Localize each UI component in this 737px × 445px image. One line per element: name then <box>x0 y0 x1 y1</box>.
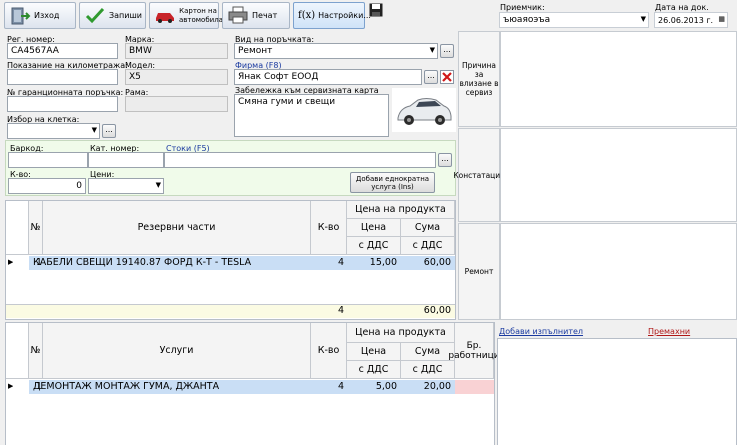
stock-more-button[interactable]: ... <box>438 153 452 167</box>
cell-select[interactable]: ▼ <box>7 123 100 139</box>
parts-header-sum-vat: с ДДС <box>401 237 455 255</box>
row-price: 5,00 <box>375 381 397 392</box>
services-header-corner <box>6 323 29 379</box>
row-qty: 4 <box>337 257 344 268</box>
print-button[interactable]: Печат <box>222 2 290 29</box>
stock-field[interactable] <box>164 152 436 168</box>
firm-more-button[interactable]: ... <box>424 70 438 84</box>
finding-textarea[interactable] <box>500 128 737 222</box>
reason-label: Причина за влизане в сервиз <box>458 31 500 127</box>
receiver-select[interactable]: ъюаяоэъа ▼ <box>499 12 649 28</box>
parts-header-no: № <box>29 201 43 255</box>
save-button[interactable]: Запиши <box>79 2 146 29</box>
date-value: 26.06.2013 г. <box>658 16 714 25</box>
services-header-price-vat: с ДДС <box>347 361 401 379</box>
reason-textarea[interactable] <box>500 31 737 127</box>
car-photo <box>392 88 456 132</box>
prices-select[interactable]: ▼ <box>88 178 164 194</box>
parts-header-sum: Сума <box>401 219 455 237</box>
chevron-down-icon: ▼ <box>155 181 161 189</box>
settings-button[interactable]: f(x) Настройки... <box>293 2 371 29</box>
services-table: № Услуги К-во Цена на продукта Цена Сума… <box>5 322 500 445</box>
calendar-icon[interactable]: ▦ <box>718 13 725 26</box>
print-label: Печат <box>252 11 278 20</box>
function-icon: f(x) <box>298 10 316 21</box>
row-name: ДЕМОНТАЖ МОНТАЖ ГУМА, ДЖАНТА <box>33 381 220 392</box>
printer-icon <box>227 5 249 27</box>
firm-field[interactable]: Янак Софт ЕООД <box>234 69 422 85</box>
chevron-down-icon: ▼ <box>429 46 435 54</box>
exit-label: Изход <box>34 11 60 20</box>
parts-table: № Резервни части К-во Цена на продукта Ц… <box>5 200 456 320</box>
reg-number-field[interactable]: CA4567AA <box>7 43 118 59</box>
chevron-down-icon: ▼ <box>91 126 97 134</box>
repair-label: Ремонт <box>458 223 500 320</box>
brand-field: BMW <box>125 43 228 59</box>
row-price: 15,00 <box>369 257 397 268</box>
row-pointer-icon: ▶ <box>8 382 14 390</box>
exit-button[interactable]: Изход <box>4 2 76 29</box>
model-field: X5 <box>125 69 228 85</box>
note-textarea[interactable]: Смяна гуми и свещи <box>234 94 389 137</box>
qty-field[interactable]: 0 <box>8 178 86 194</box>
row-sum: 60,00 <box>423 257 451 268</box>
right-notes-panel: Причина за влизане в сервиз Констатация … <box>453 31 737 320</box>
car-icon <box>154 7 176 25</box>
parts-total-sum: 60,00 <box>423 305 451 316</box>
car-card-button[interactable]: Картон на автомобила <box>149 2 223 29</box>
parts-total-qty: 4 <box>337 305 344 316</box>
row-sum: 20,00 <box>423 381 451 392</box>
parts-header-qty: К-во <box>311 201 347 255</box>
date-field[interactable]: 26.06.2013 г. ▦ <box>654 12 728 28</box>
services-header-sum: Сума <box>401 343 455 361</box>
repair-textarea[interactable] <box>500 223 737 320</box>
parts-total-row <box>6 304 455 318</box>
order-type-value: Ремонт <box>238 46 273 56</box>
chevron-down-icon: ▼ <box>640 15 646 23</box>
settings-label: Настройки... <box>318 11 371 20</box>
parts-header-price-vat: с ДДС <box>347 237 401 255</box>
frame-field <box>125 96 228 112</box>
receiver-value: ъюаяоэъа <box>503 15 551 25</box>
clear-firm-icon[interactable] <box>440 70 454 84</box>
services-header-no: № <box>29 323 43 379</box>
row-workers-cell[interactable] <box>455 380 494 394</box>
warranty-field[interactable] <box>7 96 118 112</box>
parts-header-name: Резервни части <box>43 201 311 255</box>
exit-icon <box>9 6 31 26</box>
row-qty: 4 <box>337 381 344 392</box>
checkmark-icon <box>84 5 106 27</box>
barcode-field[interactable] <box>8 152 88 168</box>
order-type-select[interactable]: Ремонт ▼ <box>234 43 438 59</box>
finding-label: Констатация <box>453 128 505 222</box>
row-pointer-icon: ▶ <box>8 258 14 266</box>
add-executor-link[interactable]: Добави изпълнител <box>499 327 583 336</box>
services-header-price: Цена <box>347 343 401 361</box>
parts-header-group: Цена на продукта <box>347 201 455 219</box>
services-header-qty: К-во <box>311 323 347 379</box>
services-header-name: Услуги <box>43 323 311 379</box>
parts-header-corner <box>6 201 29 255</box>
receiver-label: Приемчик: <box>500 3 545 12</box>
car-card-label: Картон на автомобила <box>179 6 223 24</box>
catno-field[interactable] <box>88 152 164 168</box>
save-label: Запиши <box>109 11 142 20</box>
services-header-workers: Бр. работници <box>448 323 500 379</box>
executors-list[interactable] <box>497 338 737 445</box>
floppy-save-icon[interactable] <box>369 3 383 17</box>
services-header-sum-vat: с ДДС <box>401 361 455 379</box>
add-service-button[interactable]: Добави еднократна услуга (Ins) <box>350 172 435 193</box>
services-header-group: Цена на продукта <box>347 323 455 343</box>
cell-more-button[interactable]: ... <box>102 124 116 138</box>
km-field[interactable] <box>7 69 118 85</box>
date-label: Дата на док. <box>655 3 709 12</box>
order-type-more-button[interactable]: ... <box>440 44 454 58</box>
row-name: КАБЕЛИ СВЕЩИ 19140.87 ФОРД К-Т - TESLA <box>33 257 252 268</box>
parts-header-price: Цена <box>347 219 401 237</box>
